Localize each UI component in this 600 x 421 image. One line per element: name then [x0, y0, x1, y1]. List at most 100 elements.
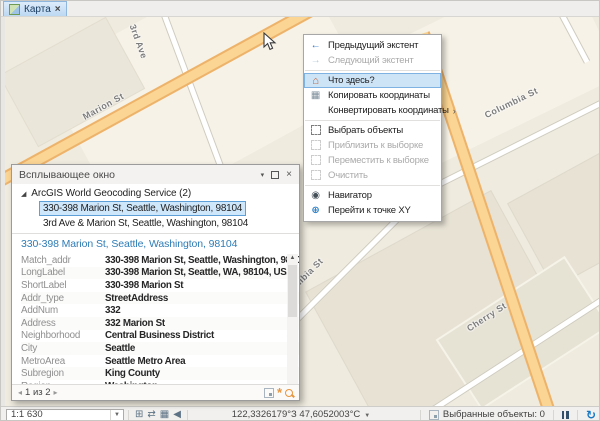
pager-next-icon[interactable]: ▸ — [54, 388, 58, 397]
next-extent-icon: → — [307, 56, 324, 66]
popup-attribute-table: Match_addr 330-398 Marion St, Seattle, W… — [12, 253, 299, 394]
attribute-value: 330-398 Marion St — [105, 280, 183, 291]
scale-value: 1:1 630 — [11, 409, 43, 420]
select-features-icon — [307, 125, 324, 136]
popup-title: Всплывающее окно — [19, 169, 115, 181]
pager-prev-icon[interactable]: ◂ — [18, 388, 22, 397]
tree-result[interactable]: 3rd Ave & Marion St, Seattle, Washington… — [43, 217, 248, 230]
popup-window: Всплывающее окно ▾ × ◢ ArcGIS World Geoc… — [11, 164, 300, 401]
popup-menu-icon[interactable]: ▾ — [261, 171, 265, 179]
attribute-value: 330-398 Marion St, Seattle, WA, 98104, U… — [105, 267, 293, 278]
popup-scrollbar[interactable]: ▲ ▼ — [287, 254, 298, 393]
pause-drawing-icon[interactable] — [562, 411, 569, 419]
menu-item-label: Копировать координаты — [328, 90, 430, 101]
status-bar: 1:1 630 ▼ ⊞ ⇄ ▦ ◀ 122,3326179°З 47,60520… — [1, 406, 600, 421]
zoom-to-selection-icon — [307, 140, 324, 151]
menu-item-label: Выбрать объекты — [328, 125, 403, 136]
zoom-to-icon[interactable] — [285, 389, 293, 397]
attribute-row: City Seattle — [21, 342, 299, 355]
attribute-label: Address — [21, 318, 105, 329]
popup-result-heading[interactable]: 330-398 Marion St, Seattle, Washington, … — [12, 234, 299, 253]
view-tab-bar: Карта × — [1, 1, 600, 17]
attribute-row: ShortLabel 330-398 Marion St — [21, 279, 299, 292]
attribute-row: Subregion King County — [21, 367, 299, 380]
menu-item-clear: Очистить — [304, 168, 441, 183]
coordinates-dropdown-icon[interactable]: ▼ — [364, 413, 370, 419]
attribute-value: 332 — [105, 305, 120, 316]
menu-item-label: Следующий экстент — [328, 55, 414, 66]
tab-close-icon[interactable]: × — [55, 5, 61, 14]
attribute-label: City — [21, 343, 105, 354]
flash-icon[interactable]: * — [277, 389, 282, 397]
menu-separator — [305, 120, 440, 121]
arcgis-pro-window: Карта × 3rd Ave Marion St Columbia St Co… — [0, 0, 600, 421]
attribute-row: Neighborhood Central Business District — [21, 330, 299, 343]
navigator-icon: ◉ — [307, 191, 324, 201]
status-separator — [420, 410, 421, 420]
attribute-row: MetroArea Seattle Metro Area — [21, 355, 299, 368]
scale-combobox[interactable]: 1:1 630 ▼ — [6, 409, 124, 421]
status-separator — [577, 410, 578, 420]
convert-icon[interactable]: ⇄ — [147, 410, 155, 420]
selected-objects-label: Выбранные объекты: 0 — [443, 409, 545, 420]
attribute-value: 330-398 Marion St, Seattle, Washington, … — [105, 255, 299, 266]
menu-item-label: Что здесь? — [328, 75, 374, 86]
attribute-value: Seattle Metro Area — [105, 356, 185, 367]
menu-item-label: Переместить к выборке — [328, 155, 429, 166]
add-grid-icon[interactable]: ⊞ — [135, 410, 143, 420]
menu-item-label: Приблизить к выборке — [328, 140, 423, 151]
pager-text: 1 из 2 — [25, 387, 51, 398]
mouse-cursor-icon — [263, 32, 277, 57]
status-separator — [187, 410, 188, 420]
tree-expander-icon[interactable]: ◢ — [21, 190, 26, 198]
menu-item-zoom-to-selection: Приблизить к выборке — [304, 138, 441, 153]
menu-item-previous-extent[interactable]: ← Предыдущий экстент — [304, 38, 441, 53]
popup-footer: ◂ 1 из 2 ▸ * — [12, 384, 299, 400]
tree-node-service[interactable]: ◢ ArcGIS World Geocoding Service (2) — [12, 187, 299, 200]
attribute-row: AddNum 332 — [21, 304, 299, 317]
attribute-label: Match_addr — [21, 255, 105, 266]
menu-item-label: Навигатор — [328, 190, 372, 201]
popup-dock-icon[interactable] — [271, 171, 279, 179]
menu-item-copy-coordinates[interactable]: ▦ Копировать координаты — [304, 88, 441, 103]
tree-result-selected[interactable]: 330-398 Marion St, Seattle, Washington, … — [39, 201, 246, 216]
attribute-value: Central Business District — [105, 330, 214, 341]
clear-selection-icon — [307, 170, 324, 181]
tab-map[interactable]: Карта × — [3, 1, 67, 16]
collapse-pane-icon[interactable]: ◀ — [173, 410, 181, 420]
menu-item-go-to-xy[interactable]: ⊕ Перейти к точке XY — [304, 203, 441, 218]
copy-coordinates-icon: ▦ — [307, 91, 324, 101]
select-result-icon[interactable] — [264, 388, 274, 398]
attribute-row: Addr_type StreetAddress — [21, 292, 299, 305]
pan-to-selection-icon — [307, 155, 324, 166]
menu-item-navigator[interactable]: ◉ Навигатор — [304, 188, 441, 203]
attribute-label: ShortLabel — [21, 280, 105, 291]
grid-icon[interactable]: ▦ — [160, 410, 169, 420]
menu-separator — [305, 70, 440, 71]
scrollbar-thumb[interactable] — [288, 265, 297, 317]
go-to-xy-icon: ⊕ — [307, 206, 324, 216]
popup-result-tree: ◢ ArcGIS World Geocoding Service (2) 330… — [12, 184, 299, 230]
attribute-label: MetroArea — [21, 356, 105, 367]
menu-item-label: Конвертировать координаты — [328, 105, 449, 116]
tree-service-label: ArcGIS World Geocoding Service (2) — [31, 188, 191, 199]
coordinates-value: 122,3326179°З 47,6052003°С — [232, 409, 361, 420]
attribute-label: LongLabel — [21, 267, 105, 278]
popup-close-icon[interactable]: × — [286, 171, 292, 179]
menu-item-select-features[interactable]: Выбрать объекты — [304, 123, 441, 138]
tab-title: Карта — [24, 4, 51, 15]
attribute-value: Seattle — [105, 343, 135, 354]
map-context-menu: ← Предыдущий экстент → Следующий экстент… — [303, 34, 442, 222]
menu-separator — [305, 185, 440, 186]
combo-dropdown-icon[interactable]: ▼ — [110, 410, 123, 420]
menu-item-convert-coordinates[interactable]: Конвертировать координаты › — [304, 103, 441, 118]
attribute-row: Address 332 Marion St — [21, 317, 299, 330]
menu-item-whats-here[interactable]: ⌂ Что здесь? — [304, 73, 441, 88]
popup-titlebar[interactable]: Всплывающее окно ▾ × — [12, 165, 299, 184]
scroll-up-icon[interactable]: ▲ — [287, 255, 298, 261]
attribute-value: King County — [105, 368, 160, 379]
attribute-value: 332 Marion St — [105, 318, 165, 329]
status-separator — [553, 410, 554, 420]
attribute-label: AddNum — [21, 305, 105, 316]
refresh-icon[interactable]: ↻ — [586, 410, 596, 420]
